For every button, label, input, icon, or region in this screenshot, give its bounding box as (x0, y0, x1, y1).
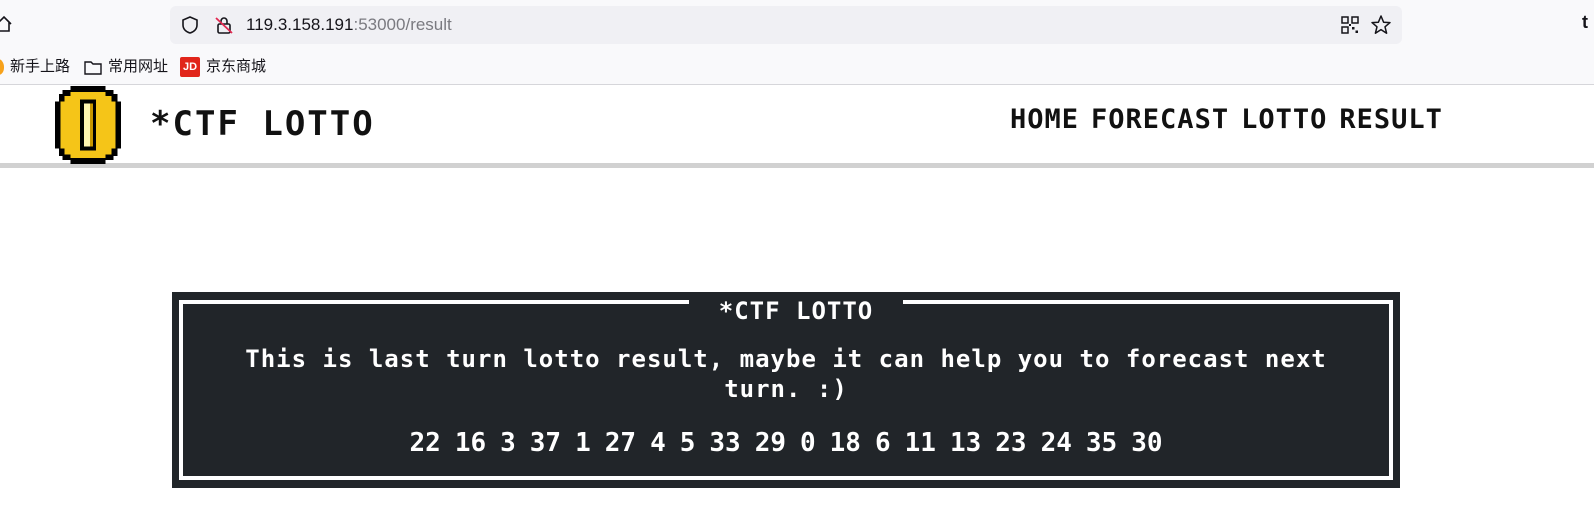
lotto-number: 1 (575, 428, 591, 458)
bookmark-label: 新手上路 (10, 58, 71, 75)
lotto-number: 35 (1085, 428, 1118, 458)
lotto-number: 27 (604, 428, 637, 458)
folder-icon (84, 61, 102, 75)
result-panel-border: *CTF LOTTO This is last turn lotto resul… (179, 298, 1393, 480)
lotto-number: 37 (529, 428, 562, 458)
insecure-lock-icon[interactable] (214, 15, 234, 35)
toolbar-edge-glyph: t (1582, 12, 1588, 32)
site-brand[interactable]: *CTF LOTTO (150, 104, 375, 144)
lotto-number: 33 (709, 428, 741, 458)
lotto-number: 16 (454, 428, 487, 458)
home-icon[interactable] (0, 14, 14, 34)
lotto-number: 6 (874, 428, 891, 458)
main-nav: HOME FORECAST LOTTO RESULT (1010, 104, 1455, 138)
nav-result[interactable]: RESULT (1339, 104, 1443, 135)
lotto-number: 29 (754, 428, 786, 458)
lotto-number: 13 (949, 428, 982, 458)
firefox-icon (0, 59, 4, 76)
result-panel-title: *CTF LOTTO (689, 298, 903, 324)
nav-forecast[interactable]: FORECAST (1091, 104, 1229, 135)
lotto-number: 0 (800, 428, 816, 458)
bookmark-beginner[interactable]: 新手上路 (0, 57, 70, 77)
lotto-number: 5 (679, 428, 696, 458)
url-path: :53000/result (353, 15, 452, 34)
lotto-number: 18 (829, 428, 861, 458)
bookmark-label: 京东商城 (206, 58, 267, 75)
url-host: 119.3.158.191 (246, 15, 354, 34)
lotto-number: 22 (409, 428, 441, 458)
bookmark-jd[interactable]: JD 京东商城 (180, 57, 267, 78)
browser-toolbar: 119.3.158.191:53000/result t (0, 0, 1594, 50)
bookmarks-bar: 新手上路 常用网址 JD 京东商城 (0, 50, 1594, 85)
url-text[interactable]: 119.3.158.191:53000/result (246, 15, 452, 35)
shield-icon[interactable] (180, 15, 200, 35)
result-numbers: 22 16 3 37 1 27 4 5 33 29 0 18 6 11 13 23 24 35 30 (183, 428, 1389, 458)
jd-logo-icon: JD (180, 57, 200, 78)
lotto-number: 30 (1131, 428, 1163, 458)
address-bar[interactable]: 119.3.158.191:53000/result (170, 6, 1402, 44)
bookmark-star-icon[interactable] (1370, 14, 1392, 36)
lotto-number: 24 (1040, 428, 1072, 458)
header-divider (0, 163, 1594, 168)
bookmark-common-sites[interactable]: 常用网址 (84, 57, 168, 77)
bookmark-label: 常用网址 (108, 58, 169, 75)
lotto-number: 4 (650, 428, 666, 458)
lotto-number: 11 (904, 428, 936, 458)
result-panel: *CTF LOTTO This is last turn lotto resul… (172, 292, 1400, 488)
pixel-coin-logo[interactable] (50, 86, 126, 164)
nav-home[interactable]: HOME (1010, 104, 1079, 135)
qr-code-icon[interactable] (1340, 15, 1360, 35)
result-message: This is last turn lotto result, maybe it… (245, 345, 1327, 403)
lotto-number: 23 (995, 428, 1027, 458)
nav-lotto[interactable]: LOTTO (1241, 104, 1327, 135)
lotto-number: 3 (500, 428, 516, 458)
